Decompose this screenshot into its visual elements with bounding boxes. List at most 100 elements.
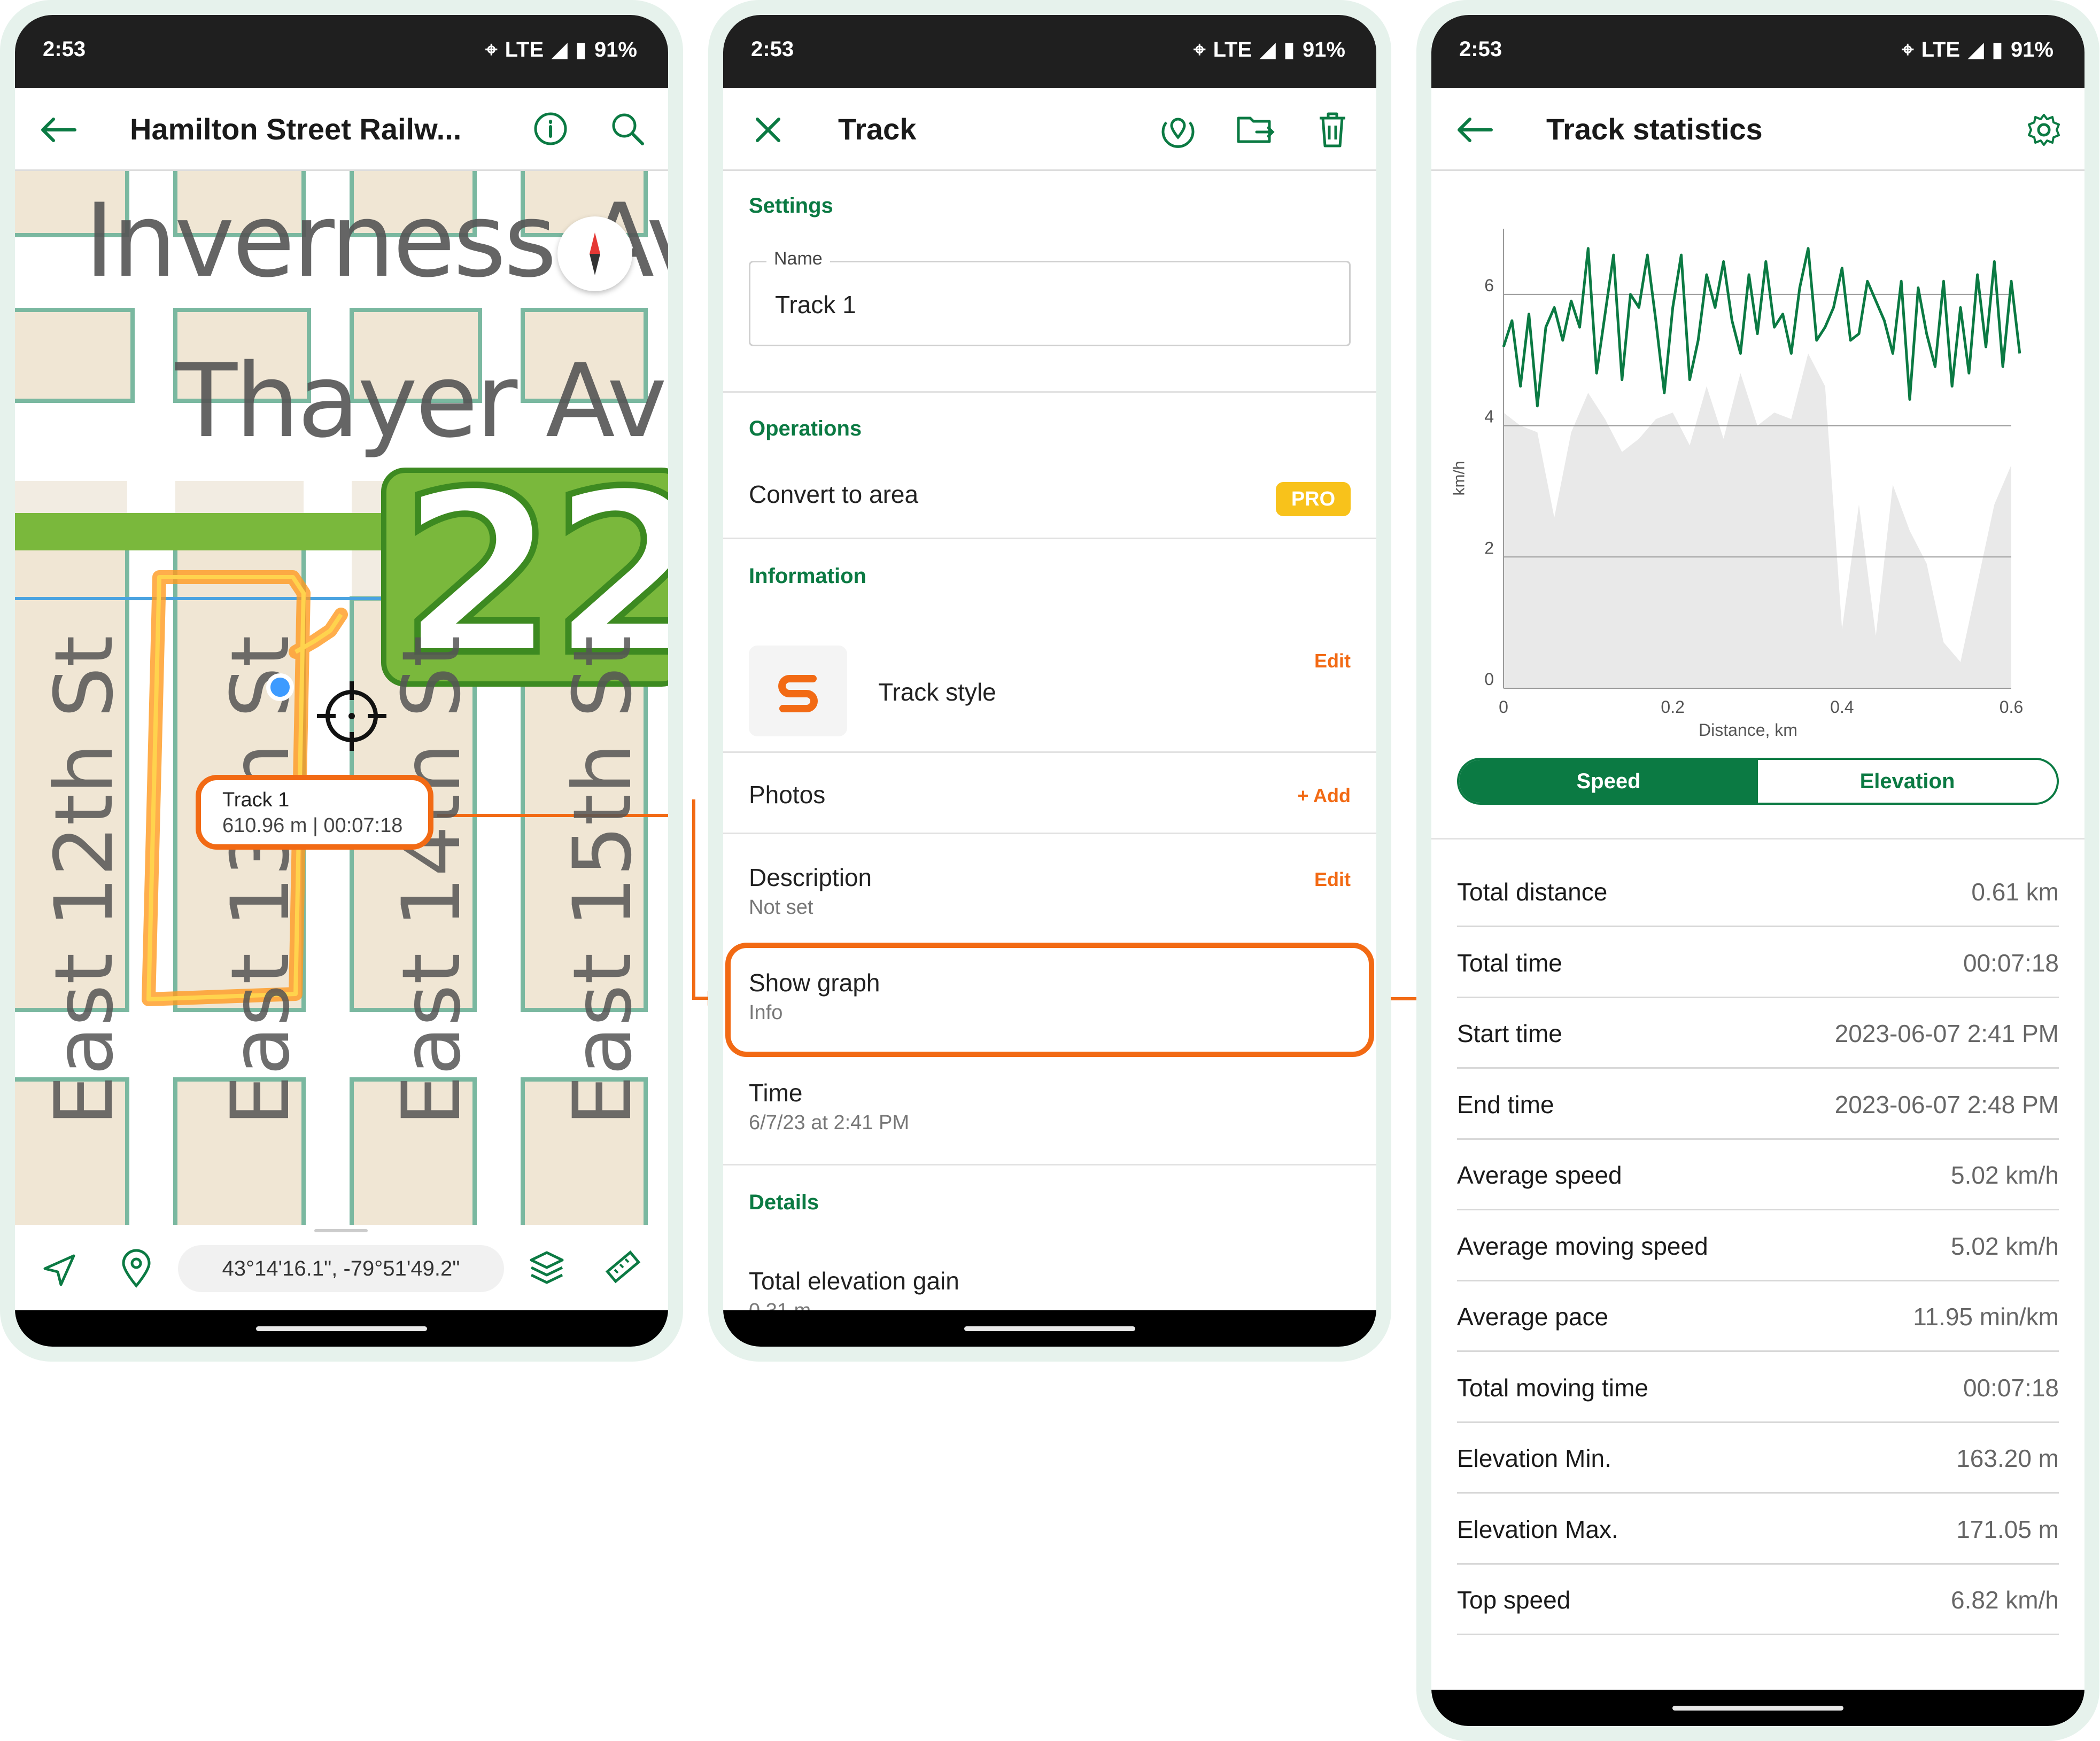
location-status-icon: ⌖ <box>485 37 498 61</box>
chart-y-axis-label: km/h <box>1450 461 1468 496</box>
chart-x-axis-label: Distance, km <box>1699 720 1797 740</box>
elevation-gain-label: Total elevation gain <box>749 1267 959 1295</box>
info-icon[interactable] <box>532 111 569 147</box>
description-row[interactable]: Description Not set Edit <box>723 841 1376 926</box>
track-screen: 2:53 ⌖ LTE ◢ ▮ 91% Track Settings Name T… <box>723 15 1376 1347</box>
page-title: Track statistics <box>1546 112 1763 146</box>
track-style-label: Track style <box>878 678 996 706</box>
home-indicator[interactable] <box>1672 1706 1843 1711</box>
y-tick-label: 4 <box>1484 407 1494 426</box>
layers-icon[interactable] <box>528 1248 565 1287</box>
status-bar: 2:53 ⌖ LTE ◢ ▮ 91% <box>1431 15 2084 88</box>
map-label-east-12th: East 12th St <box>38 635 131 1126</box>
battery-icon: ▮ <box>1283 38 1295 61</box>
information-header: Information <box>749 564 866 588</box>
battery-label: 91% <box>1302 37 1345 61</box>
stat-label: Total moving time <box>1457 1373 1648 1402</box>
details-header: Details <box>749 1191 819 1214</box>
divider <box>723 1164 1376 1165</box>
name-field[interactable]: Name Track 1 <box>749 248 1351 346</box>
map-label-thayer: Thayer Av <box>175 342 667 460</box>
stat-row: Average speed 5.02 km/h <box>1457 1138 2059 1210</box>
battery-label: 91% <box>594 37 637 61</box>
y-tick-label: 6 <box>1484 276 1494 295</box>
stat-row: Total moving time 00:07:18 <box>1457 1351 2059 1423</box>
track-popup-name: Track 1 <box>222 789 290 811</box>
stat-row: Start time 2023-06-07 2:41 PM <box>1457 997 2059 1069</box>
track-popup[interactable]: Track 1 610.96 m | 00:07:18 <box>196 775 433 850</box>
coordinates-field[interactable]: 43°14'16.1", -79°51'49.2" <box>178 1245 504 1292</box>
highlight-show-graph <box>725 943 1374 1057</box>
track-style-row[interactable]: Track style Edit <box>723 624 1376 742</box>
drag-handle[interactable] <box>314 1229 368 1232</box>
add-pin-icon[interactable] <box>119 1248 153 1289</box>
stat-label: Total distance <box>1457 878 1608 906</box>
app-bar: Track statistics <box>1431 88 2084 171</box>
stat-row: End time 2023-06-07 2:48 PM <box>1457 1068 2059 1140</box>
speed-series-line <box>1502 247 2021 408</box>
x-tick-label: 0 <box>1499 697 1508 717</box>
status-bar: 2:53 ⌖ LTE ◢ ▮ 91% <box>15 15 668 88</box>
track-style-edit-button[interactable]: Edit <box>1314 650 1351 672</box>
stat-value: 2023-06-07 2:41 PM <box>1834 1020 2059 1047</box>
status-time: 2:53 <box>43 37 86 61</box>
description-value: Not set <box>749 896 813 919</box>
system-nav-bar <box>723 1310 1376 1347</box>
search-icon[interactable] <box>609 111 646 147</box>
map-label-east-13th: East 13th St <box>214 635 307 1126</box>
stat-label: Elevation Min. <box>1457 1444 1611 1472</box>
gear-icon[interactable] <box>2026 112 2062 148</box>
status-time: 2:53 <box>751 37 794 61</box>
stat-value: 0.61 km <box>1971 878 2059 906</box>
stat-value: 5.02 km/h <box>1951 1161 2059 1189</box>
elevation-tab[interactable]: Elevation <box>1758 760 2057 803</box>
current-location-dot <box>266 673 294 701</box>
battery-label: 91% <box>2010 37 2053 61</box>
back-arrow-icon[interactable] <box>38 115 77 145</box>
location-status-icon: ⌖ <box>1902 37 1914 61</box>
navigation-arrow-icon[interactable] <box>41 1250 78 1288</box>
map-label-east-14th: East 14th St <box>385 635 478 1126</box>
stat-row: Average moving speed 5.02 km/h <box>1457 1209 2059 1281</box>
divider <box>723 391 1376 393</box>
app-bar: Hamilton Street Railw... <box>15 88 668 171</box>
signal-icon: ◢ <box>1259 38 1276 61</box>
move-to-folder-icon[interactable] <box>1235 112 1276 148</box>
compass-button[interactable] <box>557 216 632 291</box>
stat-label: Top speed <box>1457 1586 1571 1614</box>
stat-row: Elevation Min. 163.20 m <box>1457 1421 2059 1494</box>
stat-label: Elevation Max. <box>1457 1515 1618 1543</box>
delete-icon[interactable] <box>1316 111 1349 149</box>
network-label: LTE <box>1213 37 1252 61</box>
settings-header: Settings <box>749 194 833 217</box>
y-tick-label: 2 <box>1484 538 1494 557</box>
add-photo-button[interactable]: + Add <box>1297 784 1351 807</box>
battery-icon: ▮ <box>1991 38 2003 61</box>
system-nav-bar <box>1431 1690 2084 1726</box>
ruler-icon[interactable] <box>603 1248 641 1287</box>
divider <box>723 538 1376 539</box>
name-field-value: Track 1 <box>775 291 856 318</box>
locate-track-icon[interactable] <box>1159 111 1197 149</box>
home-indicator[interactable] <box>256 1326 427 1331</box>
description-edit-button[interactable]: Edit <box>1314 868 1351 891</box>
crosshair-icon <box>317 681 386 751</box>
speed-chart: 0 2 4 6 0 0.2 0.4 0.6 <box>1484 229 2023 717</box>
y-tick-label: 0 <box>1484 670 1494 689</box>
speed-tab[interactable]: Speed <box>1459 760 1758 803</box>
home-indicator[interactable] <box>964 1326 1135 1331</box>
stat-label: Start time <box>1457 1020 1562 1047</box>
phone-track: 2:53 ⌖ LTE ◢ ▮ 91% Track Settings Name T… <box>708 0 1391 1362</box>
photos-row[interactable]: Photos + Add <box>723 758 1376 827</box>
stat-value: 00:07:18 <box>1963 949 2059 977</box>
close-icon[interactable] <box>752 114 784 146</box>
system-nav-bar <box>15 1310 668 1347</box>
photos-label: Photos <box>749 781 826 809</box>
time-label: Time <box>749 1079 803 1107</box>
convert-to-area-row[interactable]: Convert to area PRO <box>723 464 1376 528</box>
stat-value: 171.05 m <box>1956 1515 2059 1543</box>
time-value: 6/7/23 at 2:41 PM <box>749 1112 909 1134</box>
back-arrow-icon[interactable] <box>1455 115 1493 145</box>
status-bar: 2:53 ⌖ LTE ◢ ▮ 91% <box>723 15 1376 88</box>
map-view[interactable]: Inverness Av Thayer Av 22 East 12th St E… <box>15 171 668 1232</box>
